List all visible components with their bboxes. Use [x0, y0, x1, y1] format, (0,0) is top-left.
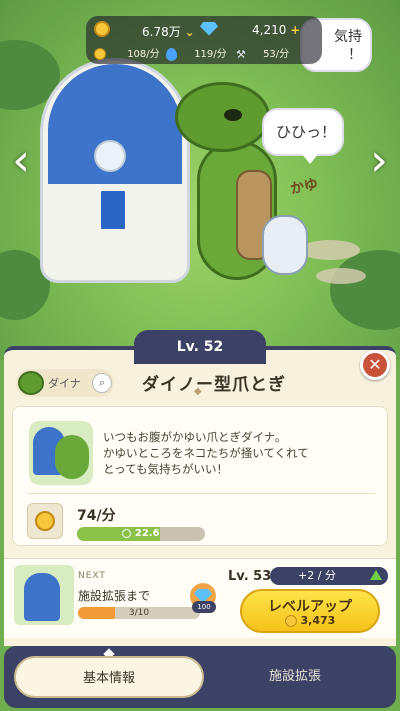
character-name: ダイナ — [48, 377, 81, 390]
expansion-progress-text: 3/10 — [128, 608, 150, 618]
dino-thumb — [55, 435, 89, 479]
coin-rate: 108/分 — [94, 45, 160, 60]
search-icon[interactable]: ⌕ — [92, 373, 112, 393]
level-up-cost-value: 3,473 — [300, 614, 336, 627]
gem-reward-count: 100 — [192, 601, 216, 613]
level-up-cost: 3,473 — [242, 614, 378, 627]
stepping-stone — [316, 268, 366, 284]
expansion-progress-bar: 3/10 — [78, 607, 200, 619]
rate-progress-bar: 22.6 — [77, 527, 205, 541]
next-label: NEXT — [78, 571, 106, 581]
divider — [27, 493, 375, 494]
facility-description: いつもお腹がかゆい爪とぎダイナ。 かゆいところをネコたちが掻いてくれて とっても… — [103, 430, 309, 476]
cat[interactable] — [262, 205, 308, 275]
title-ornament: ◆ — [194, 386, 202, 397]
tab-expansion[interactable]: 施設拡張 — [204, 656, 386, 698]
bottom-tabs: 基本情報 施設拡張 — [4, 646, 396, 708]
next-level: Lv. 53 — [228, 569, 272, 584]
coin-total: 6.78万 — [142, 25, 181, 39]
character-chip[interactable]: ダイナ ⌕ — [16, 369, 114, 397]
next-arrow-icon[interactable]: › — [366, 136, 392, 186]
wrench-icon: ⚒ — [236, 47, 246, 61]
water-drop-icon — [166, 47, 177, 61]
speech-bubble: ひひっ！ — [262, 108, 344, 164]
facility-title: ダイノー型爪とぎ — [142, 375, 286, 395]
plus-icon[interactable]: + — [290, 23, 300, 37]
dino-eye — [224, 109, 242, 121]
dino-head — [175, 82, 270, 152]
dino-avatar — [18, 371, 44, 395]
water-rate-value: 119/分 — [194, 49, 227, 60]
prev-arrow-icon[interactable]: ‹ — [8, 136, 34, 186]
gem-resource — [200, 21, 218, 36]
house-thumb — [24, 573, 60, 621]
next-card: NEXT 施設拡張まで 3/10 100 Lv. 53 +2 / 分 レベルアッ… — [4, 558, 396, 638]
info-card: いつもお腹がかゆい爪とぎダイナ。 かゆいところをネコたちが掻いてくれて とっても… — [12, 406, 388, 546]
resource-bar: 6.78万 ⌄ 4,210 + 108/分 119/分 ⚒ 53/分 — [86, 16, 322, 64]
rate-icon-box — [27, 503, 63, 539]
coin-rate-per-minute: 74/分 — [77, 508, 116, 524]
water-rate: 119/分 — [166, 45, 227, 61]
cat-body — [262, 215, 308, 275]
gem-icon — [200, 21, 218, 36]
gem-total: 4,210 — [252, 23, 287, 37]
next-title: 施設拡張まで — [78, 589, 151, 603]
itch-text: かゆ — [288, 176, 320, 198]
coin-rate-value: 108/分 — [127, 49, 160, 60]
facility-thumbnail — [29, 421, 93, 485]
rate-timer: 22.6 — [77, 527, 205, 541]
tool-rate-value: 53/分 — [263, 49, 290, 60]
rate-timer-value: 22.6 — [134, 528, 160, 539]
level-up-label: レベルアップ — [268, 599, 352, 615]
house-porthole — [94, 140, 126, 172]
rate-increase: +2 / 分 — [298, 569, 336, 582]
coin-amount: 6.78万 ⌄ — [142, 23, 195, 40]
level-label: Lv. 52 — [134, 330, 266, 364]
clock-icon — [122, 528, 132, 538]
coin-resource — [94, 21, 110, 37]
rate-increase-pill: +2 / 分 — [270, 567, 388, 585]
coin-icon — [35, 511, 55, 531]
up-arrow-icon — [370, 570, 382, 580]
bush — [330, 250, 400, 330]
level-up-button[interactable]: レベルアップ 3,473 — [240, 589, 380, 633]
dino-house[interactable] — [40, 58, 190, 283]
next-thumbnail — [14, 565, 74, 625]
chevron-down-icon[interactable]: ⌄ — [185, 25, 195, 39]
tab-basic-info[interactable]: 基本情報 — [14, 656, 204, 698]
gem-amount: 4,210 + — [252, 23, 300, 37]
coin-icon — [284, 615, 297, 627]
stepping-stone — [300, 240, 360, 260]
coin-icon — [94, 21, 110, 37]
coin-icon — [94, 48, 106, 60]
tool-rate: ⚒ 53/分 — [236, 45, 289, 61]
house-window — [98, 188, 128, 232]
